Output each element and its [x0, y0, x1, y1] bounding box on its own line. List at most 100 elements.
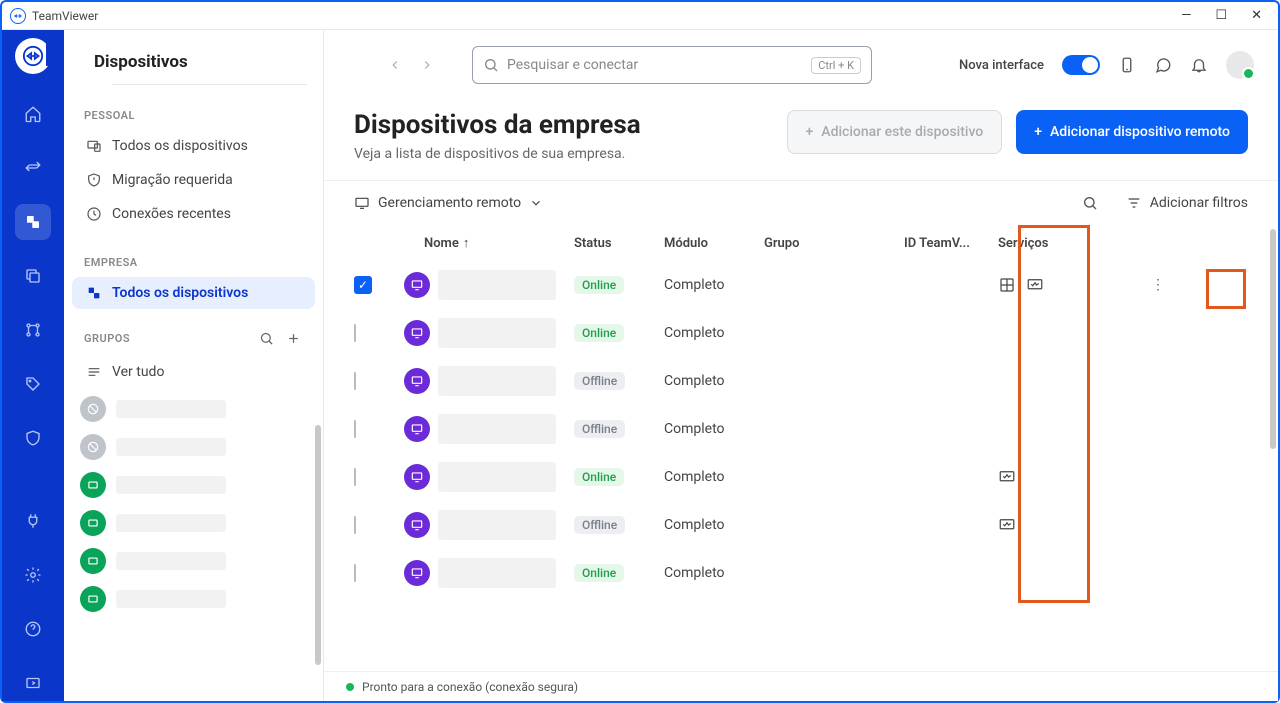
groups-search-icon[interactable]: [253, 329, 280, 348]
group-item[interactable]: [64, 428, 323, 466]
window-minimize[interactable]: —: [1181, 8, 1191, 23]
cell-services: [998, 468, 1068, 486]
service-monitor-icon: [1026, 276, 1044, 294]
table-row[interactable]: Online Completo: [354, 309, 1268, 357]
status-badge: Online: [574, 324, 624, 342]
devices-icon: [86, 138, 102, 154]
col-servicos[interactable]: Serviços: [998, 236, 1068, 251]
group-icon: [80, 510, 106, 536]
status-badge: Online: [574, 564, 624, 582]
col-grupo[interactable]: Grupo: [764, 236, 904, 251]
device-table: Nome↑ Status Módulo Grupo ID TeamV... Se…: [324, 225, 1278, 671]
row-checkbox[interactable]: [354, 372, 356, 390]
rail-help[interactable]: [15, 611, 51, 647]
rail-security[interactable]: [15, 420, 51, 456]
devices-icon: [86, 285, 102, 301]
group-item[interactable]: [64, 580, 323, 618]
cell-services: [998, 516, 1068, 534]
device-name-redacted: [438, 462, 556, 492]
group-icon: [80, 548, 106, 574]
window-close[interactable]: ✕: [1251, 8, 1262, 23]
group-item[interactable]: [64, 466, 323, 504]
device-name-redacted: [438, 318, 556, 348]
rail-workflow[interactable]: [15, 312, 51, 348]
add-this-device-button[interactable]: +Adicionar este dispositivo: [787, 110, 1003, 154]
status-text: Pronto para a conexão (conexão segura): [362, 680, 578, 694]
status-badge: Online: [574, 276, 624, 294]
row-checkbox[interactable]: [354, 324, 356, 342]
chat-icon[interactable]: [1154, 56, 1172, 74]
add-filters-button[interactable]: Adicionar filtros: [1126, 195, 1248, 211]
window-titlebar: TeamViewer — ☐ ✕: [2, 2, 1278, 30]
group-icon: [80, 472, 106, 498]
row-checkbox[interactable]: [354, 564, 356, 582]
row-checkbox[interactable]: [354, 516, 356, 534]
rail-home[interactable]: [15, 96, 51, 132]
device-type-icon: [404, 320, 430, 346]
cell-modulo: Completo: [664, 517, 764, 533]
section-grupos: GRUPOS: [84, 332, 130, 345]
rail-settings[interactable]: [15, 557, 51, 593]
sidebar-item-all-devices-company[interactable]: Todos os dispositivos: [72, 277, 315, 309]
table-toolbar: Gerenciamento remoto Adicionar filtros: [324, 181, 1278, 225]
row-menu-button[interactable]: ⋮: [1151, 277, 1165, 293]
topbar: Pesquisar e conectar Ctrl + K Nova inter…: [324, 30, 1278, 100]
sidebar-item-ver-tudo[interactable]: Ver tudo: [72, 356, 315, 388]
group-item[interactable]: [64, 390, 323, 428]
rail-copy[interactable]: [15, 258, 51, 294]
add-remote-device-button[interactable]: +Adicionar dispositivo remoto: [1016, 110, 1248, 154]
status-badge: Offline: [574, 372, 625, 390]
device-type-icon: [404, 416, 430, 442]
new-interface-toggle[interactable]: [1062, 55, 1100, 75]
device-type-icon: [404, 512, 430, 538]
sidebar-title: Dispositivos: [64, 30, 323, 76]
table-row[interactable]: ✓ Online Completo ⋮: [354, 261, 1268, 309]
search-input[interactable]: Pesquisar e conectar Ctrl + K: [472, 46, 872, 84]
table-row[interactable]: Offline Completo: [354, 405, 1268, 453]
col-idtv[interactable]: ID TeamV...: [904, 236, 998, 251]
table-scrollbar[interactable]: [1270, 229, 1276, 449]
groups-add-icon[interactable]: [280, 329, 307, 348]
page-header: Dispositivos da empresa Veja a lista de …: [324, 100, 1278, 181]
cell-modulo: Completo: [664, 469, 764, 485]
page-subtitle: Veja a lista de dispositivos de sua empr…: [354, 146, 641, 162]
rail-expand[interactable]: [15, 665, 51, 701]
row-checkbox[interactable]: ✓: [354, 276, 372, 294]
filter-icon: [1126, 195, 1142, 211]
device-icon[interactable]: [1118, 56, 1136, 74]
sidebar-item-all-devices-personal[interactable]: Todos os dispositivos: [72, 130, 315, 162]
row-checkbox[interactable]: [354, 468, 356, 486]
table-row[interactable]: Offline Completo: [354, 357, 1268, 405]
col-nome[interactable]: Nome↑: [404, 235, 574, 251]
search-placeholder: Pesquisar e conectar: [507, 57, 811, 73]
table-row[interactable]: Online Completo: [354, 453, 1268, 501]
nav-back-icon[interactable]: [388, 58, 402, 72]
sidebar-item-recent[interactable]: Conexões recentes: [72, 198, 315, 230]
rail-transfer[interactable]: [15, 150, 51, 186]
col-status[interactable]: Status: [574, 236, 664, 251]
table-row[interactable]: Offline Completo: [354, 501, 1268, 549]
window-title: TeamViewer: [32, 9, 98, 23]
management-dropdown[interactable]: Gerenciamento remoto: [354, 195, 543, 211]
rail-tag[interactable]: [15, 366, 51, 402]
rail-plugin[interactable]: [15, 503, 51, 539]
group-item[interactable]: [64, 542, 323, 580]
row-checkbox[interactable]: [354, 420, 356, 438]
sidebar-item-migration[interactable]: Migração requerida: [72, 164, 315, 196]
user-avatar[interactable]: [1226, 51, 1254, 79]
table-search-icon[interactable]: [1082, 195, 1098, 211]
bell-icon[interactable]: [1190, 56, 1208, 74]
sidebar-scrollbar[interactable]: [315, 425, 321, 665]
nav-rail: [2, 30, 64, 701]
rail-devices[interactable]: [15, 204, 51, 240]
window-maximize[interactable]: ☐: [1215, 8, 1227, 23]
search-shortcut: Ctrl + K: [811, 57, 861, 74]
service-monitor-icon: [998, 516, 1016, 534]
nav-forward-icon[interactable]: [420, 58, 434, 72]
cell-modulo: Completo: [664, 325, 764, 341]
table-row[interactable]: Online Completo: [354, 549, 1268, 597]
device-name-redacted: [438, 366, 556, 396]
device-name-redacted: [438, 510, 556, 540]
group-item[interactable]: [64, 504, 323, 542]
col-modulo[interactable]: Módulo: [664, 236, 764, 251]
